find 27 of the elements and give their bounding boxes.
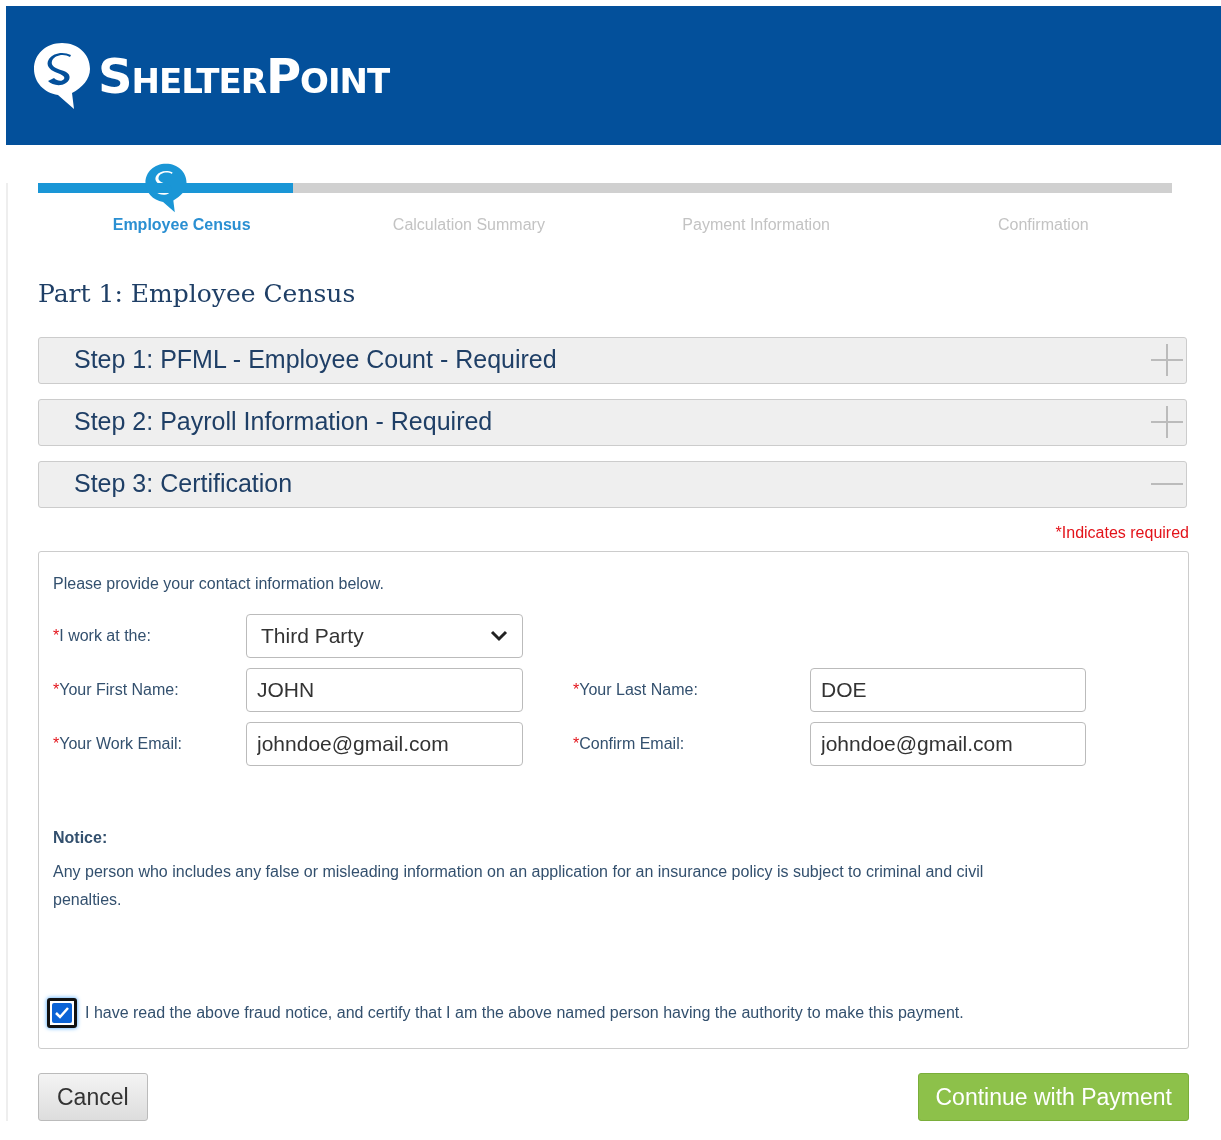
accordion-header[interactable]: Step 2: Payroll Information - Required (38, 398, 1187, 446)
field-label: *Your Last Name: (573, 679, 699, 700)
progress-marker-icon (143, 161, 188, 215)
checkbox-label: I have read the above fraud notice, and certify that I am the above named person having the authority to make this payment. (85, 1002, 964, 1023)
field-label: *I work at the: (53, 625, 152, 646)
expand-icon (1150, 405, 1184, 439)
cancel-button[interactable]: Cancel (38, 1072, 148, 1121)
input-field[interactable]: johndoe@gmail.com (810, 721, 1086, 766)
expand-icon (1150, 343, 1184, 377)
input-field[interactable]: DOE (810, 667, 1086, 712)
accordion-header[interactable]: Step 1: PFML - Employee Count - Required (38, 336, 1187, 384)
page-heading: Part 1: Employee Census (38, 278, 357, 310)
field-label: *Confirm Email: (573, 733, 686, 754)
chevron-down-icon (490, 629, 508, 642)
progress-step[interactable]: Employee Census (38, 213, 326, 237)
field-label: *Your First Name: (53, 679, 180, 700)
dropdown-field[interactable]: Third Party (246, 613, 523, 658)
notice-text: Any person who includes any false or misleading information on an application for an insurance policy is subject to criminal and civil penalties. (53, 861, 985, 910)
checkbox[interactable] (47, 997, 77, 1028)
notice-heading: Notice: (53, 827, 109, 848)
required-note: *Indicates required (1054, 522, 1189, 543)
field-label: *Your Work Email: (53, 733, 183, 754)
accordion-header[interactable]: Step 3: Certification (38, 460, 1187, 508)
input-field[interactable]: johndoe@gmail.com (246, 721, 523, 766)
input-field[interactable]: JOHN (246, 667, 523, 712)
logo-text: ShelterPoint (98, 46, 390, 106)
intro-text: Please provide your contact information below. (53, 573, 385, 594)
